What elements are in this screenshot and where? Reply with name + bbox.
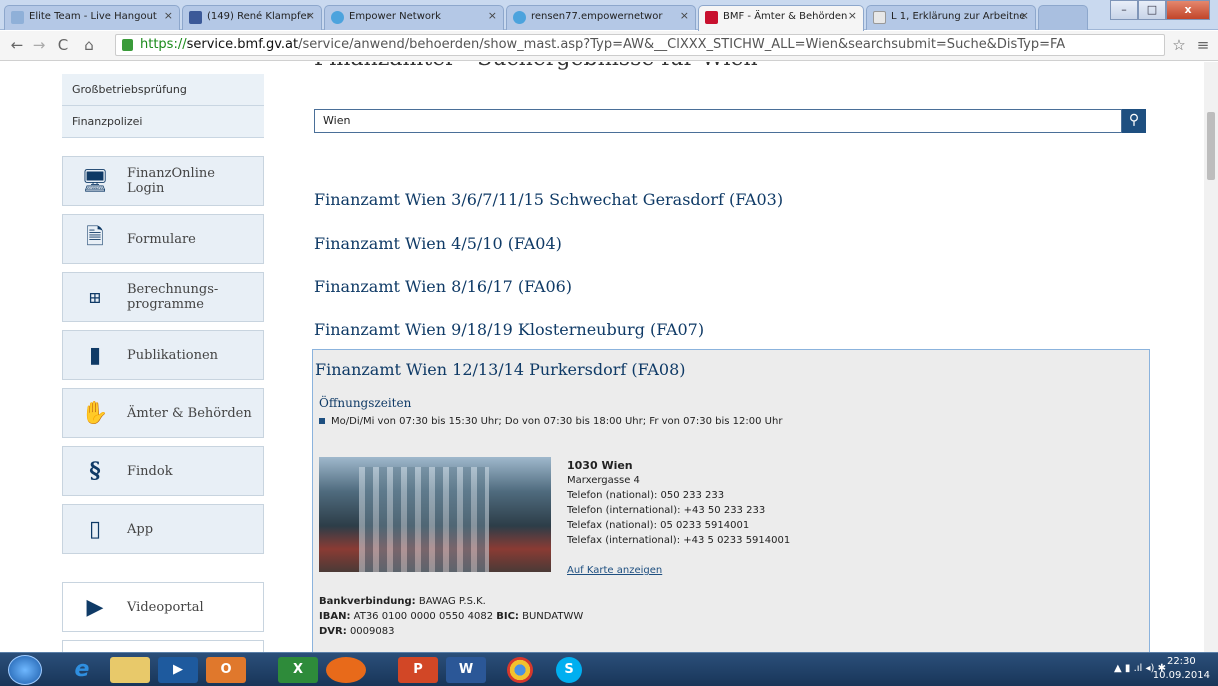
search-input[interactable]: Wien xyxy=(314,109,1122,133)
card-formulare[interactable]: 🗎 Formulare xyxy=(62,214,264,264)
office-street: Marxergasse 4 xyxy=(567,475,640,486)
document-icon: 🗎 xyxy=(86,225,104,250)
map-link[interactable]: Auf Karte anzeigen xyxy=(567,565,662,576)
powerpoint-icon[interactable]: P xyxy=(398,657,438,683)
fax-international: Telefax (international): +43 5 0233 5914… xyxy=(567,535,791,546)
bank-details: Bankverbindung: BAWAG P.S.K. IBAN: AT36 … xyxy=(319,596,584,637)
firefox-icon[interactable] xyxy=(326,657,366,683)
menu-icon[interactable]: ≡ xyxy=(1194,36,1212,54)
document-icon xyxy=(873,11,886,24)
office-title[interactable]: Finanzamt Wien 12/13/14 Purkersdorf (FA0… xyxy=(315,360,686,379)
bmf-icon xyxy=(705,11,718,24)
close-icon[interactable]: × xyxy=(1020,9,1029,22)
back-arrow-icon[interactable]: ← xyxy=(8,36,26,54)
close-window-button[interactable]: x xyxy=(1166,0,1210,20)
bullet-icon xyxy=(319,418,325,424)
card-videoportal[interactable]: ▶ Videoportal xyxy=(62,582,264,632)
film-icon: ▶ xyxy=(86,594,104,620)
internet-explorer-icon[interactable]: e xyxy=(62,657,102,683)
office-city: 1030 Wien xyxy=(567,459,633,472)
card-aemter-behoerden[interactable]: ✋ Ämter & Behörden xyxy=(62,388,264,438)
close-icon[interactable]: × xyxy=(306,9,315,22)
browser-tab-bar: Elite Team - Live Hangout × (149) René Kl… xyxy=(0,0,1218,31)
tab-bmf-aemter[interactable]: BMF - Ämter & Behörden × xyxy=(698,5,864,31)
close-icon[interactable]: × xyxy=(164,9,173,22)
office-address: 1030 Wien Marxergasse 4 Telefon (nationa… xyxy=(567,458,790,548)
home-icon[interactable]: ⌂ xyxy=(80,36,98,54)
office-building-photo xyxy=(319,457,551,572)
search-icon: ⚲ xyxy=(1128,112,1140,128)
facebook-icon xyxy=(189,11,202,24)
sidebar-item-finanzpolizei[interactable]: Finanzpolizei xyxy=(62,106,264,138)
window-controls: – □ x xyxy=(1110,0,1210,22)
tab-elite-team[interactable]: Elite Team - Live Hangout × xyxy=(4,5,180,30)
calculator-icon: ⊞ xyxy=(88,287,102,307)
monitor-icon: 🖥 xyxy=(81,168,109,194)
card-publikationen[interactable]: ▮ Publikationen xyxy=(62,330,264,380)
result-link-fa07[interactable]: Finanzamt Wien 9/18/19 Klosterneuburg (F… xyxy=(314,320,704,339)
office-detail-panel: Finanzamt Wien 12/13/14 Purkersdorf (FA0… xyxy=(312,349,1150,652)
outlook-icon[interactable]: O xyxy=(206,657,246,683)
minimize-button[interactable]: – xyxy=(1110,0,1138,20)
card-finanzonline-login[interactable]: 🖥 FinanzOnline Login xyxy=(62,156,264,206)
card-findok[interactable]: § Findok xyxy=(62,446,264,496)
card-app[interactable]: ▯ App xyxy=(62,504,264,554)
file-explorer-icon[interactable] xyxy=(110,657,150,683)
bookmark-star-icon[interactable]: ☆ xyxy=(1170,36,1188,54)
tab-facebook[interactable]: (149) René Klampfer × xyxy=(182,5,322,30)
search-button[interactable]: ⚲ xyxy=(1122,109,1146,133)
result-link-fa06[interactable]: Finanzamt Wien 8/16/17 (FA06) xyxy=(314,277,572,296)
page-title: Finanzämter - Suchergebnisse für Wien xyxy=(314,62,758,71)
tab-empower-network[interactable]: Empower Network × xyxy=(324,5,504,30)
opening-hours-heading: Öffnungszeiten xyxy=(319,396,412,410)
sidebar-item-grossbetriebspruefung[interactable]: Großbetriebsprüfung xyxy=(62,74,264,106)
media-player-icon[interactable]: ▶ xyxy=(158,657,198,683)
close-icon[interactable]: × xyxy=(848,9,857,22)
sidebar: Großbetriebsprüfung Finanzpolizei 🖥 Fina… xyxy=(0,62,280,660)
card-berechnungsprogramme[interactable]: ⊞ Berechnungs-programme xyxy=(62,272,264,322)
forward-arrow-icon[interactable]: → xyxy=(30,36,48,54)
empower-icon xyxy=(331,11,344,24)
result-link-fa04[interactable]: Finanzamt Wien 4/5/10 (FA04) xyxy=(314,234,562,253)
skype-icon[interactable]: S xyxy=(556,657,582,683)
result-link-fa03[interactable]: Finanzamt Wien 3/6/7/11/15 Schwechat Ger… xyxy=(314,190,783,209)
maximize-button[interactable]: □ xyxy=(1138,0,1166,20)
tab-l1-erklaerung[interactable]: L 1, Erklärung zur Arbeitne × xyxy=(866,5,1036,30)
lock-icon xyxy=(122,39,133,51)
clock[interactable]: 22:30 10.09.2014 xyxy=(1153,655,1210,683)
page-icon xyxy=(11,11,24,24)
close-icon[interactable]: × xyxy=(488,9,497,22)
excel-icon[interactable]: X xyxy=(278,657,318,683)
paragraph-icon: § xyxy=(89,458,101,484)
reload-icon[interactable]: C xyxy=(54,36,72,54)
close-icon[interactable]: × xyxy=(680,9,689,22)
hand-icon: ✋ xyxy=(81,400,109,426)
chrome-icon[interactable] xyxy=(507,657,533,683)
book-icon: ▮ xyxy=(88,342,102,368)
main-content: Finanzämter - Suchergebnisse für Wien Wi… xyxy=(296,62,1208,652)
new-tab-button[interactable] xyxy=(1038,5,1088,30)
empower-icon xyxy=(513,11,526,24)
phone-national: Telefon (national): 050 233 233 xyxy=(567,490,725,501)
url-bar[interactable]: https://service.bmf.gv.at/service/anwend… xyxy=(115,34,1165,56)
scrollbar-thumb[interactable] xyxy=(1207,112,1215,180)
fax-national: Telefax (national): 05 0233 5914001 xyxy=(567,520,750,531)
word-icon[interactable]: W xyxy=(446,657,486,683)
smartphone-icon: ▯ xyxy=(88,516,102,542)
taskbar: e ▶ O X P W S ▲ ▮ .ıl ◂) ✱ 22:30 10.09.2… xyxy=(0,652,1218,686)
page-scrollbar[interactable] xyxy=(1204,62,1218,652)
address-toolbar: ← → C ⌂ https://service.bmf.gv.at/servic… xyxy=(0,31,1218,61)
opening-hours-text: Mo/Di/Mi von 07:30 bis 15:30 Uhr; Do von… xyxy=(319,416,782,427)
tab-rensen77[interactable]: rensen77.empowernetwor × xyxy=(506,5,696,30)
start-button[interactable] xyxy=(8,655,42,685)
phone-international: Telefon (international): +43 50 233 233 xyxy=(567,505,766,516)
